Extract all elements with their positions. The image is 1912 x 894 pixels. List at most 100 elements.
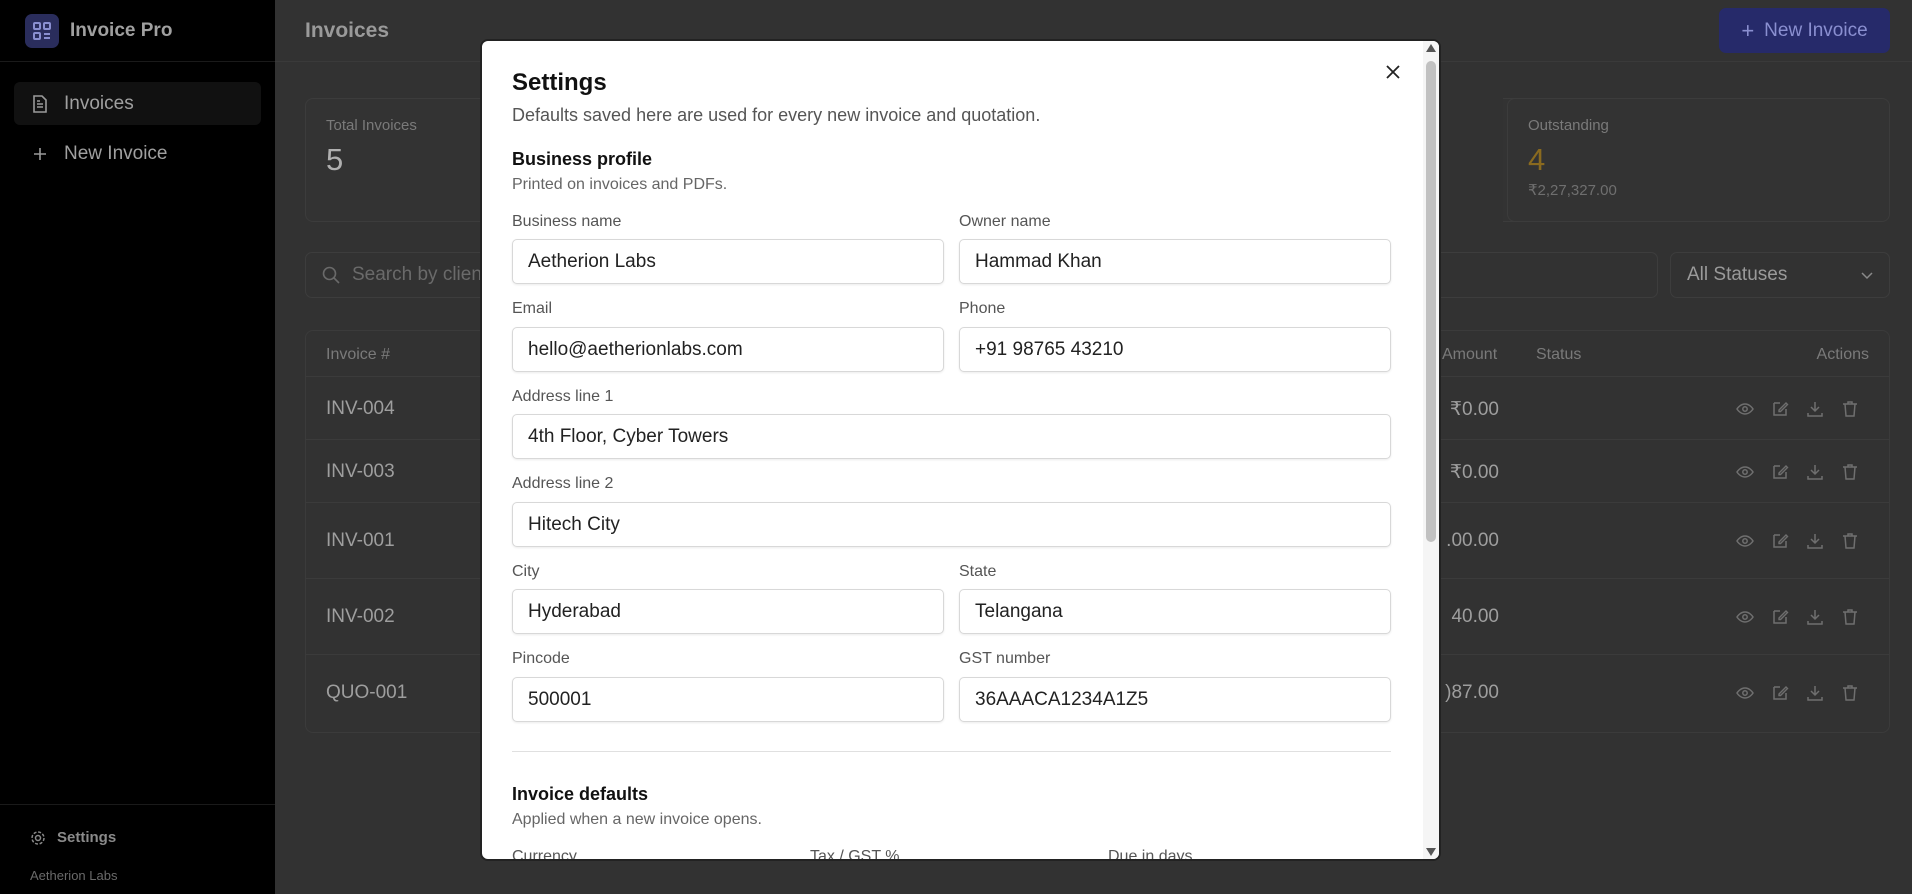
trash-icon[interactable] — [1841, 532, 1859, 550]
row-actions — [1736, 608, 1859, 626]
eye-icon[interactable] — [1736, 684, 1754, 702]
plus-icon — [30, 144, 50, 164]
modal-title: Settings — [512, 69, 607, 96]
settings-label: Settings — [57, 829, 117, 846]
invoice-amount: .00.00 — [1446, 530, 1499, 551]
plus-icon: + — [1741, 17, 1755, 43]
pincode-field[interactable]: 500001 — [512, 677, 944, 722]
eye-icon[interactable] — [1736, 532, 1754, 550]
edit-icon[interactable] — [1771, 400, 1789, 418]
section-title: Business profile — [512, 149, 653, 169]
trash-icon[interactable] — [1841, 684, 1859, 702]
row-actions — [1736, 684, 1859, 702]
edit-icon[interactable] — [1771, 684, 1789, 702]
section-subtitle: Applied when a new invoice opens. — [512, 811, 762, 828]
pincode-label: Pincode — [512, 650, 570, 667]
new-invoice-label: New Invoice — [1764, 19, 1868, 41]
email-field[interactable]: hello@aetherionlabs.com — [512, 327, 944, 372]
close-button[interactable] — [1382, 61, 1404, 83]
business-name-label: Business name — [512, 213, 622, 230]
edit-icon[interactable] — [1771, 463, 1789, 481]
column-header-status[interactable]: Status — [1536, 346, 1581, 364]
state-field[interactable]: Telangana — [959, 589, 1391, 634]
search-placeholder: Search by clien — [352, 264, 482, 285]
scroll-up-arrow-icon[interactable] — [1426, 44, 1436, 52]
scroll-down-arrow-icon[interactable] — [1426, 848, 1436, 856]
sidebar-footer: Settings Aetherion Labs — [0, 804, 275, 894]
page-title: Invoices — [305, 18, 390, 42]
sidebar-item-label: Invoices — [64, 92, 134, 114]
download-icon[interactable] — [1806, 532, 1824, 550]
status-filter-value: All Statuses — [1687, 264, 1788, 285]
download-icon[interactable] — [1806, 400, 1824, 418]
edit-icon[interactable] — [1771, 532, 1789, 550]
status-filter-select[interactable]: All Statuses — [1670, 252, 1890, 298]
invoice-id[interactable]: QUO-001 — [326, 682, 407, 704]
owner-name-label: Owner name — [959, 213, 1051, 230]
eye-icon[interactable] — [1736, 400, 1754, 418]
settings-modal-body[interactable]: Settings Defaults saved here are used fo… — [482, 41, 1423, 859]
modal-description: Defaults saved here are used for every n… — [512, 105, 1041, 125]
download-icon[interactable] — [1806, 608, 1824, 626]
invoice-amount: )87.00 — [1445, 682, 1499, 703]
column-header-amount[interactable]: Amount — [1442, 346, 1497, 364]
sidebar-item-new-invoice[interactable]: New Invoice — [14, 132, 261, 175]
scrollbar-thumb[interactable] — [1426, 61, 1436, 542]
owner-name-field[interactable]: Hammad Khan — [959, 239, 1391, 284]
invoice-id[interactable]: INV-004 — [326, 398, 395, 420]
address2-field[interactable]: Hitech City — [512, 502, 1391, 547]
app-name: Invoice Pro — [70, 19, 173, 41]
trash-icon[interactable] — [1841, 400, 1859, 418]
invoice-id[interactable]: INV-002 — [326, 606, 395, 628]
sidebar-item-settings[interactable]: Settings — [30, 829, 275, 846]
business-name-field[interactable]: Aetherion Labs — [512, 239, 944, 284]
stat-card-outstanding: Outstanding 4 ₹2,27,327.00 — [1507, 98, 1890, 222]
modal-scrollbar[interactable] — [1423, 41, 1439, 859]
edit-icon[interactable] — [1771, 608, 1789, 626]
sidebar-item-label: New Invoice — [64, 142, 168, 164]
column-header-id[interactable]: Invoice # — [326, 346, 390, 364]
search-icon — [322, 266, 340, 284]
sidebar-nav: Invoices New Invoice — [0, 62, 275, 175]
sidebar-item-invoices[interactable]: Invoices — [14, 82, 261, 125]
trash-icon[interactable] — [1841, 463, 1859, 481]
invoice-defaults-header: Invoice defaults Applied when a new invo… — [512, 784, 762, 829]
gear-icon — [30, 830, 46, 846]
eye-icon[interactable] — [1736, 608, 1754, 626]
phone-field[interactable]: +91 98765 43210 — [959, 327, 1391, 372]
state-label: State — [959, 563, 997, 580]
tax-label: Tax / GST % — [810, 848, 900, 859]
phone-label: Phone — [959, 300, 1006, 317]
section-title: Invoice defaults — [512, 784, 649, 804]
chevron-down-icon — [1861, 264, 1873, 286]
due-days-label: Due in days — [1108, 848, 1193, 859]
trash-icon[interactable] — [1841, 608, 1859, 626]
app-logo-icon — [25, 13, 59, 48]
stat-sub-amount: ₹2,27,327.00 — [1528, 182, 1617, 199]
settings-modal: Settings Defaults saved here are used fo… — [480, 39, 1441, 861]
close-icon — [1386, 65, 1400, 79]
address1-label: Address line 1 — [512, 388, 614, 405]
download-icon[interactable] — [1806, 463, 1824, 481]
company-name: Aetherion Labs — [30, 868, 118, 883]
business-profile-header: Business profile Printed on invoices and… — [512, 149, 727, 194]
eye-icon[interactable] — [1736, 463, 1754, 481]
column-header-actions: Actions — [1816, 346, 1869, 363]
invoice-id[interactable]: INV-001 — [326, 530, 395, 552]
section-divider — [512, 751, 1391, 752]
address1-field[interactable]: 4th Floor, Cyber Towers — [512, 414, 1391, 459]
stat-label: Outstanding — [1528, 117, 1609, 134]
city-field[interactable]: Hyderabad — [512, 589, 944, 634]
stat-value: 4 — [1528, 142, 1546, 177]
row-actions — [1736, 463, 1859, 481]
new-invoice-button[interactable]: + New Invoice — [1719, 8, 1890, 53]
currency-label: Currency — [512, 848, 577, 859]
download-icon[interactable] — [1806, 684, 1824, 702]
row-actions — [1736, 532, 1859, 550]
row-actions — [1736, 400, 1859, 418]
gst-label: GST number — [959, 650, 1051, 667]
invoice-id[interactable]: INV-003 — [326, 461, 395, 483]
sidebar: Invoice Pro Invoices New Invoice Setting… — [0, 0, 275, 894]
gst-field[interactable]: 36AAACA1234A1Z5 — [959, 677, 1391, 722]
brand[interactable]: Invoice Pro — [0, 0, 275, 62]
